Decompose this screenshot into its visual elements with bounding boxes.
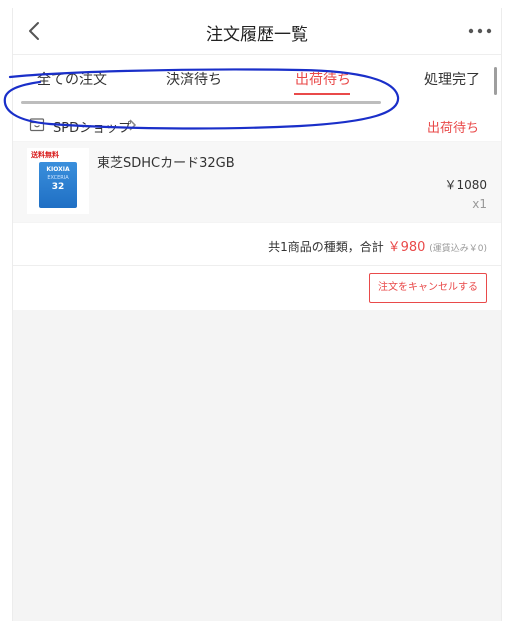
order-summary-row: 共1商品の種類，合計 ￥980 (運賃込み￥0) <box>13 223 501 266</box>
order-total: ￥980 <box>387 240 426 255</box>
more-button[interactable] <box>467 22 493 40</box>
card-line-text: EXCERIA <box>47 175 69 181</box>
tabs-scrollbar[interactable] <box>21 101 381 104</box>
tab-completed[interactable]: 処理完了 <box>424 69 480 89</box>
shipping-fee-note: (運賃込み￥0) <box>429 244 487 254</box>
order-summary: 共1商品の種類，合計 ￥980 (運賃込み￥0) <box>268 236 487 255</box>
summary-prefix: 共1商品の種類，合計 <box>268 240 384 254</box>
tab-awaiting-payment[interactable]: 決済待ち <box>166 69 222 89</box>
active-tab-indicator <box>294 93 350 95</box>
header-bar: 注文履歴一覧 <box>13 8 501 55</box>
chevron-right-icon <box>129 119 137 131</box>
sd-card-image: KIOXIA EXCERIA 32 <box>39 162 77 208</box>
order-history-screen: 注文履歴一覧 全ての注文 決済待ち 出荷待ち 処理完了 SPDショップ 出荷待ち… <box>12 8 502 621</box>
shop-icon <box>29 118 45 132</box>
page: 注文履歴一覧 全ての注文 決済待ち 出荷待ち 処理完了 SPDショップ 出荷待ち… <box>0 0 519 621</box>
card-brand-text: KIOXIA <box>46 166 70 173</box>
tab-all-orders[interactable]: 全ての注文 <box>37 69 107 89</box>
tabs-scroll-thumb[interactable] <box>494 67 497 95</box>
order-status-label: 出荷待ち <box>426 121 479 136</box>
tab-awaiting-shipment[interactable]: 出荷待ち <box>295 69 351 89</box>
shop-row: SPDショップ 出荷待ち <box>13 107 501 141</box>
cancel-order-button[interactable]: 注文をキャンセルする <box>369 273 487 303</box>
order-status-tabs: 全ての注文 決済待ち 出荷待ち 処理完了 <box>13 55 501 107</box>
product-price: ￥1080 <box>444 178 487 192</box>
product-name[interactable]: 東芝SDHCカード32GB <box>97 152 235 171</box>
page-title: 注文履歴一覧 <box>206 25 308 45</box>
free-shipping-badge: 送料無料 <box>31 151 59 159</box>
card-capacity-text: 32 <box>51 182 65 192</box>
shop-name-link[interactable]: SPDショップ <box>53 117 131 136</box>
order-actions: 注文をキャンセルする <box>13 266 501 310</box>
product-quantity: x1 <box>472 197 487 211</box>
order-item[interactable]: 送料無料 KIOXIA EXCERIA 32 東芝SDHCカード32GB ￥10… <box>13 142 501 222</box>
product-thumbnail[interactable]: 送料無料 KIOXIA EXCERIA 32 <box>27 148 89 214</box>
more-dots-icon <box>468 28 492 34</box>
